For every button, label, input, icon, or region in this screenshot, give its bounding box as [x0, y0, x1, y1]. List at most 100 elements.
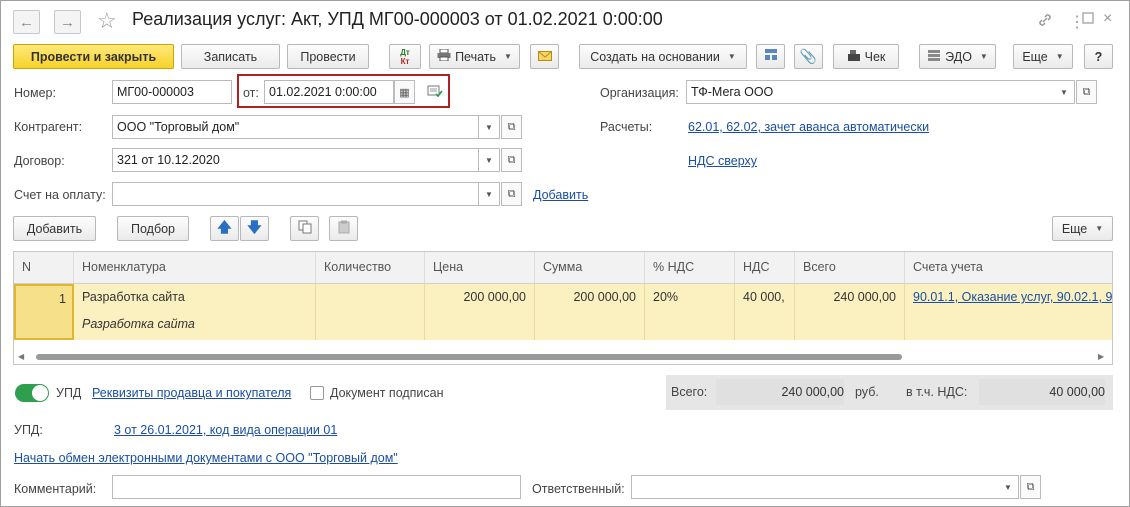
maximize-icon[interactable]	[1081, 11, 1095, 28]
cell-accounts[interactable]: 90.01.1, Оказание услуг, 90.02.1, 9	[905, 284, 1112, 340]
invoice-open-button[interactable]: ⧉	[501, 182, 522, 206]
mail-button[interactable]	[530, 44, 559, 69]
chevron-down-icon: ▼	[727, 52, 736, 61]
close-icon[interactable]: ×	[1103, 10, 1112, 28]
cell-item[interactable]: Разработка сайта Разработка сайта	[74, 284, 316, 340]
arrow-down-icon: 🡇	[247, 218, 262, 235]
contract-open-button[interactable]: ⧉	[501, 148, 522, 172]
organization-field[interactable]: ТФ-Мега ООО	[686, 80, 1055, 104]
requisites-link[interactable]: Реквизиты продавца и покупателя	[92, 386, 291, 400]
currency-label: руб.	[855, 385, 879, 399]
save-button[interactable]: Записать	[181, 44, 280, 69]
table-more-button[interactable]: Еще ▼	[1052, 216, 1113, 241]
star-icon[interactable]: ☆	[97, 8, 117, 34]
scroll-right-icon[interactable]: ▶	[1098, 352, 1104, 361]
create-based-on-button[interactable]: Создать на основании ▼	[579, 44, 747, 69]
calendar-button[interactable]: ▦	[394, 80, 415, 104]
cell-n[interactable]: 1	[14, 284, 74, 340]
scrollbar-thumb[interactable]	[36, 354, 902, 360]
move-up-button[interactable]: 🡅	[210, 216, 239, 241]
receipt-label: Чек	[864, 49, 886, 64]
help-button[interactable]: ?	[1084, 44, 1113, 69]
signed-label: Документ подписан	[330, 386, 444, 400]
kt-label: Кт	[400, 56, 410, 66]
attach-button[interactable]: 📎	[794, 44, 823, 69]
post-button[interactable]: Провести	[287, 44, 369, 69]
table-pick-button[interactable]: Подбор	[117, 216, 189, 241]
cell-vat-rate[interactable]: 20%	[645, 284, 735, 340]
paste-icon	[337, 220, 351, 237]
organization-dropdown[interactable]: ▼	[1054, 80, 1075, 104]
link-icon[interactable]	[1037, 12, 1053, 31]
chevron-down-icon: ▼	[504, 52, 512, 61]
column-header-sum[interactable]: Сумма	[535, 252, 645, 284]
signed-checkbox[interactable]	[310, 386, 324, 400]
forward-button[interactable]: →	[54, 10, 81, 34]
upd-toggle[interactable]	[15, 384, 49, 402]
counterparty-open-button[interactable]: ⧉	[501, 115, 522, 139]
print-button[interactable]: Печать ▼	[429, 44, 520, 69]
cell-total[interactable]: 240 000,00	[795, 284, 905, 340]
edo-button[interactable]: ЭДО ▼	[919, 44, 996, 69]
structure-button[interactable]	[756, 44, 785, 69]
chevron-down-icon: ▼	[1055, 52, 1064, 61]
comment-field[interactable]	[112, 475, 521, 499]
chevron-down-icon: ▼	[485, 189, 493, 199]
organization-open-button[interactable]: ⧉	[1076, 80, 1097, 104]
scroll-left-icon[interactable]: ◀	[18, 352, 24, 361]
invoice-dropdown[interactable]: ▼	[479, 182, 500, 206]
number-field[interactable]: МГ00-000003	[112, 80, 232, 104]
column-header-vat-rate[interactable]: % НДС	[645, 252, 735, 284]
open-window-icon: ⧉	[1026, 480, 1035, 493]
counterparty-dropdown[interactable]: ▼	[479, 115, 500, 139]
cell-qty[interactable]	[316, 284, 425, 340]
column-header-qty[interactable]: Количество	[316, 252, 425, 284]
counterparty-label: Контрагент:	[14, 120, 83, 134]
table-add-button[interactable]: Добавить	[13, 216, 96, 241]
cell-price[interactable]: 200 000,00	[425, 284, 535, 340]
more-button[interactable]: Еще ▼	[1013, 44, 1073, 69]
column-header-item[interactable]: Номенклатура	[74, 252, 316, 284]
open-window-icon: ⧉	[507, 153, 516, 166]
number-label: Номер:	[14, 86, 56, 100]
counterparty-field[interactable]: ООО "Торговый дом"	[112, 115, 479, 139]
settlements-link[interactable]: 62.01, 62.02, зачет аванса автоматически	[688, 120, 929, 134]
dt-kt-button[interactable]: Дт Кт	[389, 44, 421, 69]
receipt-button[interactable]: Чек	[833, 44, 899, 69]
column-header-price[interactable]: Цена	[425, 252, 535, 284]
organization-label: Организация:	[600, 86, 679, 100]
copy-button[interactable]	[290, 216, 319, 241]
date-label: от:	[243, 86, 259, 100]
open-window-icon: ⧉	[507, 120, 516, 133]
paste-button[interactable]	[329, 216, 358, 241]
document-check-icon[interactable]	[427, 84, 443, 101]
column-header-accounts[interactable]: Счета учета	[905, 252, 1112, 284]
calendar-icon: ▦	[399, 86, 410, 99]
column-header-total[interactable]: Всего	[795, 252, 905, 284]
print-label: Печать	[455, 49, 497, 64]
more-label: Еще	[1022, 49, 1048, 64]
contract-field[interactable]: 321 от 10.12.2020	[112, 148, 479, 172]
vat-link[interactable]: НДС сверху	[688, 154, 757, 168]
post-and-close-button[interactable]: Провести и закрыть	[13, 44, 174, 69]
column-header-n[interactable]: N	[14, 252, 74, 284]
contract-dropdown[interactable]: ▼	[479, 148, 500, 172]
responsible-field[interactable]	[631, 475, 999, 499]
move-down-button[interactable]: 🡇	[240, 216, 269, 241]
edo-label: ЭДО	[945, 49, 972, 64]
invoice-add-link[interactable]: Добавить	[533, 188, 588, 202]
responsible-dropdown[interactable]: ▼	[998, 475, 1019, 499]
invoice-field[interactable]	[112, 182, 479, 206]
column-header-vat[interactable]: НДС	[735, 252, 795, 284]
back-button[interactable]: ←	[13, 10, 40, 34]
cell-vat[interactable]: 40 000,	[735, 284, 795, 340]
edo-exchange-link[interactable]: Начать обмен электронными документами с …	[14, 451, 398, 465]
horizontal-scrollbar[interactable]: ◀ ▶	[14, 350, 1112, 364]
printer-icon	[437, 48, 451, 64]
date-field[interactable]: 01.02.2021 0:00:00	[264, 80, 394, 104]
upd-link[interactable]: 3 от 26.01.2021, код вида операции 01	[114, 423, 337, 437]
cell-item-content: Разработка сайта	[82, 317, 195, 331]
window-title: Реализация услуг: Акт, УПД МГ00-000003 о…	[132, 9, 663, 29]
cell-sum[interactable]: 200 000,00	[535, 284, 645, 340]
responsible-open-button[interactable]: ⧉	[1020, 475, 1041, 499]
